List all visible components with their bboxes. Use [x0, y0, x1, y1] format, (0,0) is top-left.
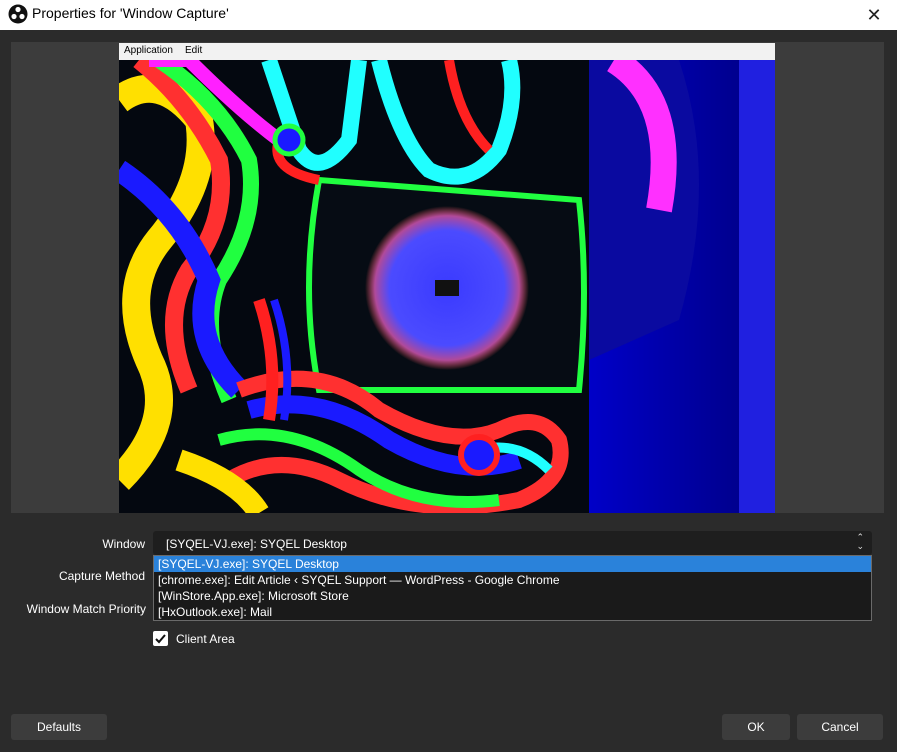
close-icon: ✕ — [866, 4, 882, 25]
cancel-button[interactable]: Cancel — [797, 714, 883, 740]
captured-visual-image — [119, 60, 775, 513]
captured-window-preview: Application Edit — [119, 43, 775, 513]
ok-button-label: OK — [747, 720, 765, 734]
updown-arrows-icon: ⌃ ⌄ — [856, 532, 864, 551]
capture-method-label: Capture Method — [58, 569, 145, 583]
client-area-checkbox[interactable] — [153, 631, 168, 646]
ok-button[interactable]: OK — [722, 714, 790, 740]
window-match-priority-label: Window Match Priority — [26, 602, 146, 616]
window-select[interactable]: [SYQEL-VJ.exe]: SYQEL Desktop ⌃ ⌄ — [153, 531, 872, 555]
defaults-button-label: Defaults — [36, 720, 82, 734]
dropdown-option[interactable]: [HxOutlook.exe]: Mail — [154, 604, 871, 620]
obs-logo-icon — [8, 4, 28, 24]
dropdown-option[interactable]: [SYQEL-VJ.exe]: SYQEL Desktop — [154, 556, 871, 572]
dropdown-option[interactable]: [WinStore.App.exe]: Microsoft Store — [154, 588, 871, 604]
captured-app-menubar: Application Edit — [119, 43, 775, 60]
client-area-label: Client Area — [176, 632, 235, 646]
cancel-button-label: Cancel — [821, 720, 859, 734]
dropdown-option[interactable]: [chrome.exe]: Edit Article ‹ SYQEL Suppo… — [154, 572, 871, 588]
defaults-button[interactable]: Defaults — [11, 714, 107, 740]
captured-menu-application: Application — [124, 45, 173, 56]
close-button[interactable]: ✕ — [851, 0, 897, 30]
window-select-value: [SYQEL-VJ.exe]: SYQEL Desktop — [166, 537, 347, 551]
window-dropdown-list[interactable]: [SYQEL-VJ.exe]: SYQEL Desktop [chrome.ex… — [153, 555, 872, 621]
title-bar: Properties for 'Window Capture' ✕ — [0, 0, 897, 30]
dialog-title: Properties for 'Window Capture' — [32, 5, 229, 21]
checkmark-icon — [155, 634, 166, 644]
window-label: Window — [102, 537, 145, 551]
captured-menu-edit: Edit — [185, 45, 203, 56]
